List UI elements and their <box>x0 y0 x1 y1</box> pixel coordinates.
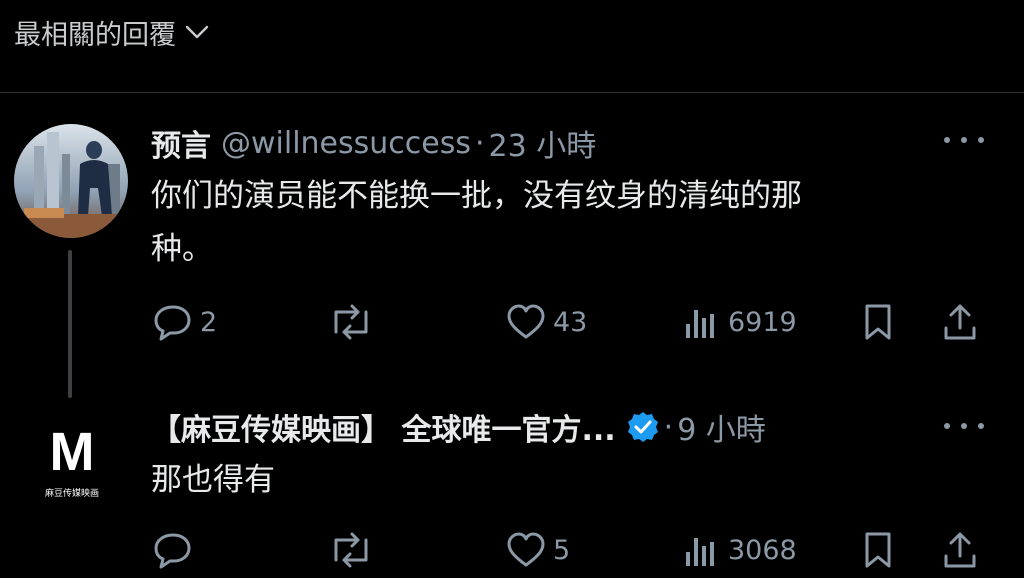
bookmark-button[interactable] <box>858 528 898 572</box>
like-button[interactable]: 5 <box>505 528 570 572</box>
tweet-text-line: 种。 <box>151 231 213 267</box>
share-button[interactable] <box>940 528 980 572</box>
retweet-button[interactable] <box>328 528 380 572</box>
retweet-icon <box>328 302 374 342</box>
reply-button[interactable]: 2 <box>152 300 217 344</box>
like-count: 5 <box>553 534 571 566</box>
more-icon[interactable] <box>944 416 984 436</box>
timestamp[interactable]: 9 小時 <box>677 405 766 449</box>
reply-icon <box>152 530 194 570</box>
tweet-header: 预言 @willnessuccess · 23 小時 <box>151 120 596 166</box>
like-icon <box>505 302 547 342</box>
thread-connector <box>68 250 72 398</box>
sort-label: 最相關的回覆 <box>14 19 176 51</box>
like-button[interactable]: 43 <box>505 300 587 344</box>
timestamp[interactable]: 23 小時 <box>489 121 597 165</box>
more-icon[interactable] <box>944 130 984 150</box>
share-icon <box>940 530 980 570</box>
share-button[interactable] <box>940 300 980 344</box>
sort-dropdown[interactable]: 最相關的回覆 <box>14 10 210 54</box>
tweet-text: 你们的演员能不能换一批，没有纹身的清纯的那 种。 <box>151 170 802 276</box>
chevron-down-icon <box>184 23 210 41</box>
header-divider <box>0 92 1024 93</box>
reply-count: 2 <box>200 306 218 338</box>
display-name[interactable]: 【麻豆传媒映画】 全球唯一官方... <box>151 405 616 449</box>
views-icon <box>682 530 722 570</box>
bookmark-icon <box>858 302 898 342</box>
tweet-header: 【麻豆传媒映画】 全球唯一官方... · 9 小時 <box>151 404 766 450</box>
retweet-icon <box>328 530 374 570</box>
views-button[interactable]: 6919 <box>682 300 797 344</box>
views-button[interactable]: 3068 <box>682 528 797 572</box>
avatar[interactable] <box>14 124 128 238</box>
avatar-logo-caption: 麻豆传媒映画 <box>45 487 99 498</box>
retweet-button[interactable] <box>328 300 380 344</box>
view-count: 6919 <box>728 306 797 338</box>
avatar[interactable]: M 麻豆传媒映画 <box>22 408 122 508</box>
bookmark-icon <box>858 530 898 570</box>
like-count: 43 <box>553 306 588 338</box>
avatar-logo-letter: M <box>50 422 95 482</box>
user-handle[interactable]: @willnessuccess <box>221 126 471 161</box>
share-icon <box>940 302 980 342</box>
like-icon <box>505 530 547 570</box>
separator: · <box>663 409 674 445</box>
tweet-text-line: 那也得有 <box>151 462 275 498</box>
view-count: 3068 <box>728 534 797 566</box>
separator: · <box>475 125 485 161</box>
reply-button[interactable] <box>152 528 200 572</box>
views-icon <box>682 302 722 342</box>
tweet-text-line: 你们的演员能不能换一批，没有纹身的清纯的那 <box>151 178 802 214</box>
reply-icon <box>152 302 194 342</box>
display-name[interactable]: 预言 <box>151 121 211 165</box>
bookmark-button[interactable] <box>858 300 898 344</box>
verified-badge-icon <box>626 410 660 444</box>
tweet-text: 那也得有 <box>151 454 275 507</box>
